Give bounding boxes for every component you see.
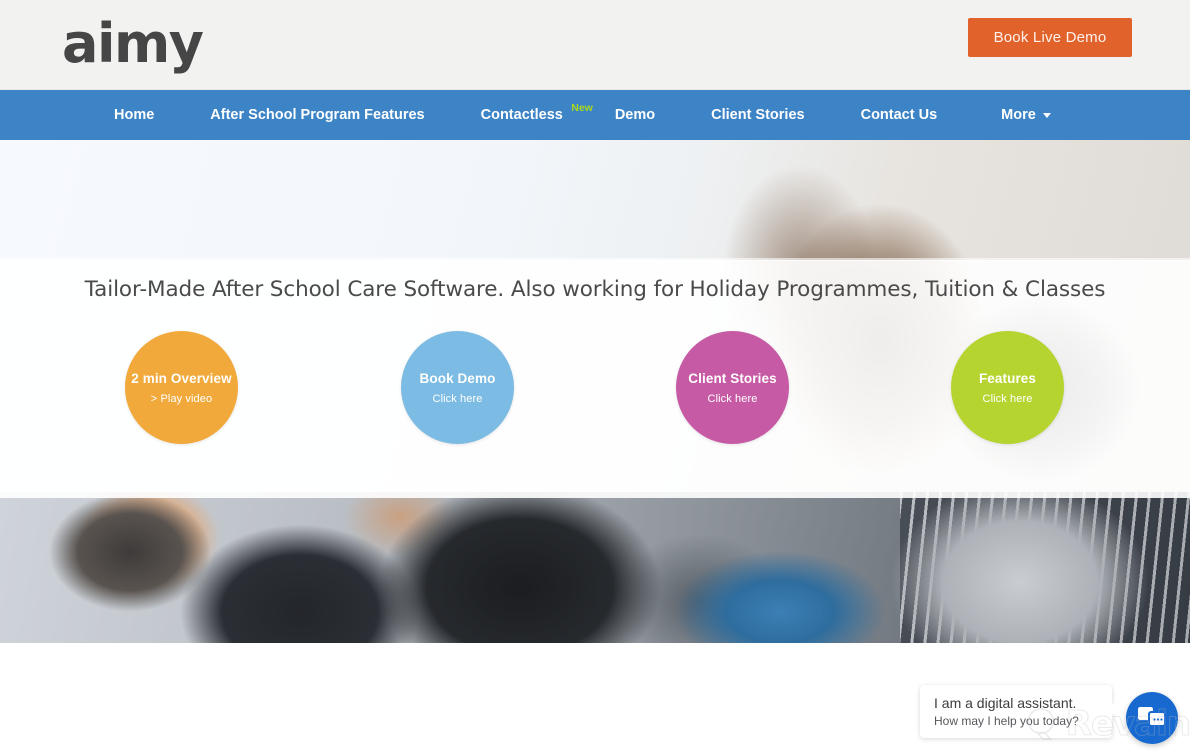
hero-photo-students-bottom bbox=[0, 492, 1190, 643]
chat-launcher-button[interactable] bbox=[1126, 692, 1178, 744]
circle-title: Book Demo bbox=[419, 370, 496, 386]
hero-circle-links: 2 min Overview > Play video Book Demo Cl… bbox=[0, 331, 1190, 446]
nav-item-home[interactable]: Home bbox=[114, 105, 154, 125]
circle-title: Features bbox=[978, 370, 1037, 386]
circle-link-client-stories[interactable]: Client Stories Click here bbox=[676, 331, 789, 444]
nav-item-client-stories[interactable]: Client Stories bbox=[711, 105, 804, 125]
circle-subtitle: Click here bbox=[707, 392, 758, 405]
circle-subtitle: Click here bbox=[982, 392, 1033, 405]
book-live-demo-button[interactable]: Book Live Demo bbox=[968, 18, 1132, 57]
nav-item-label: After School Program Features bbox=[210, 107, 425, 123]
nav-item-after-school-program-features[interactable]: After School Program Features bbox=[210, 105, 424, 125]
circle-link-book-demo[interactable]: Book Demo Click here bbox=[401, 331, 514, 444]
new-badge: New bbox=[571, 102, 593, 114]
nav-items-container: Home After School Program Features Conta… bbox=[0, 102, 1109, 125]
circle-link-overview[interactable]: 2 min Overview > Play video bbox=[125, 331, 238, 444]
nav-item-label: Demo bbox=[614, 107, 656, 123]
main-navigation: Home After School Program Features Conta… bbox=[0, 90, 1190, 140]
nav-item-label: More bbox=[1001, 107, 1036, 123]
circle-subtitle: > Play video bbox=[150, 392, 213, 405]
nav-item-more[interactable]: More bbox=[1001, 105, 1051, 125]
circle-title: Client Stories bbox=[688, 370, 777, 386]
chat-greeting-line-2: How may I help you today? bbox=[934, 714, 1079, 728]
nav-item-demo[interactable]: Demo bbox=[615, 105, 655, 125]
chat-bubbles-icon bbox=[1138, 707, 1166, 727]
circle-link-features[interactable]: Features Click here bbox=[951, 331, 1064, 444]
chevron-down-icon bbox=[1042, 112, 1051, 118]
nav-item-contactless[interactable]: Contactless New bbox=[480, 102, 593, 125]
nav-item-label: Home bbox=[114, 107, 155, 123]
site-logo[interactable]: aimy bbox=[62, 13, 204, 75]
nav-item-label: Client Stories bbox=[711, 107, 805, 123]
page-root: aimy Book Live Demo Home After School Pr… bbox=[0, 0, 1190, 753]
nav-item-label: Contactless bbox=[480, 107, 563, 123]
chat-greeting-bubble[interactable]: I am a digital assistant. How may I help… bbox=[920, 685, 1119, 738]
nav-item-contact-us[interactable]: Contact Us bbox=[861, 105, 938, 125]
circle-subtitle: Click here bbox=[432, 392, 483, 405]
circle-title: 2 min Overview bbox=[131, 370, 232, 386]
chat-greeting-line-1: I am a digital assistant. bbox=[934, 695, 1077, 711]
site-header: aimy Book Live Demo bbox=[0, 0, 1190, 90]
nav-item-label: Contact Us bbox=[860, 107, 938, 123]
page-title: Tailor-Made After School Care Software. … bbox=[84, 277, 1106, 302]
